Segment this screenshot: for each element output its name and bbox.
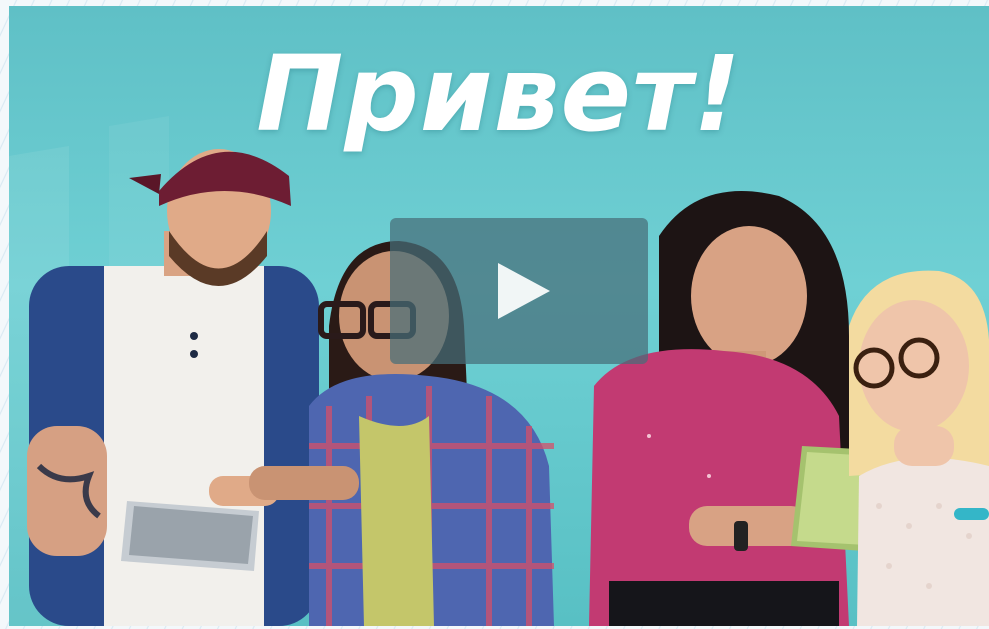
video-player[interactable]: Привет! (9, 6, 989, 626)
person-woman-blonde (849, 270, 989, 626)
play-button[interactable] (390, 218, 648, 364)
person-man-with-cap (27, 149, 319, 626)
play-icon (498, 263, 550, 319)
page: Привет! (0, 0, 989, 629)
